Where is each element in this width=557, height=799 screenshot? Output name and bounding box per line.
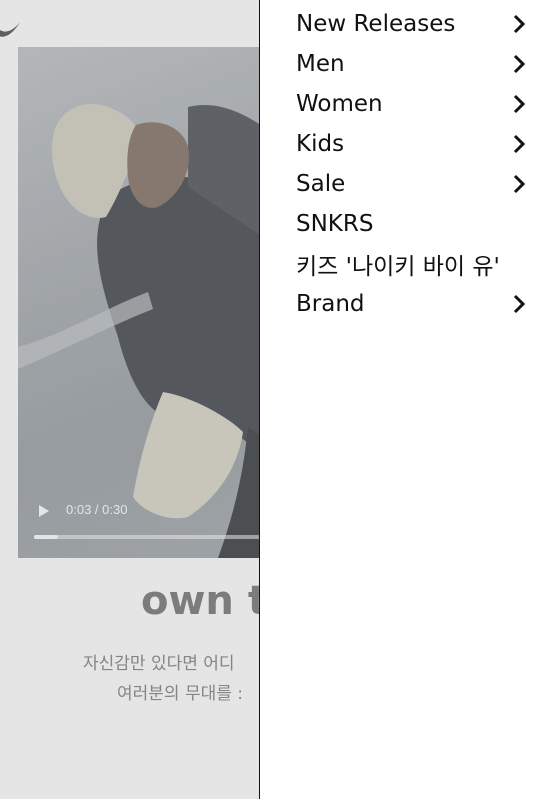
nav-item-brand[interactable]: Brand [296, 284, 526, 324]
chevron-right-icon [513, 134, 526, 154]
nav-item-sale[interactable]: Sale [296, 164, 526, 204]
nav-item-label: Men [296, 51, 345, 77]
chevron-right-icon [513, 14, 526, 34]
nav-item-snkrs[interactable]: SNKRS [296, 204, 526, 244]
nav-item-label: Kids [296, 131, 345, 157]
nav-item-kids-nike-by-you[interactable]: 키즈 '나이키 바이 유' [296, 244, 526, 284]
chevron-right-icon [513, 54, 526, 74]
nav-item-kids[interactable]: Kids [296, 124, 526, 164]
nav-item-new-releases[interactable]: New Releases [296, 4, 526, 44]
nav-item-label: Sale [296, 171, 346, 197]
chevron-right-icon [513, 294, 526, 314]
nav-item-label: Brand [296, 291, 365, 317]
nav-item-label: New Releases [296, 11, 456, 37]
nav-item-label: Women [296, 91, 383, 117]
nav-item-label: SNKRS [296, 211, 374, 237]
chevron-right-icon [513, 94, 526, 114]
nav-item-men[interactable]: Men [296, 44, 526, 84]
nav-item-label: 키즈 '나이키 바이 유' [296, 254, 500, 280]
chevron-right-icon [513, 174, 526, 194]
nav-item-women[interactable]: Women [296, 84, 526, 124]
drawer-backdrop-overlay[interactable] [0, 0, 260, 799]
navigation-drawer: New Releases Men Women Kids Sale SNKRS 키… [259, 0, 557, 799]
